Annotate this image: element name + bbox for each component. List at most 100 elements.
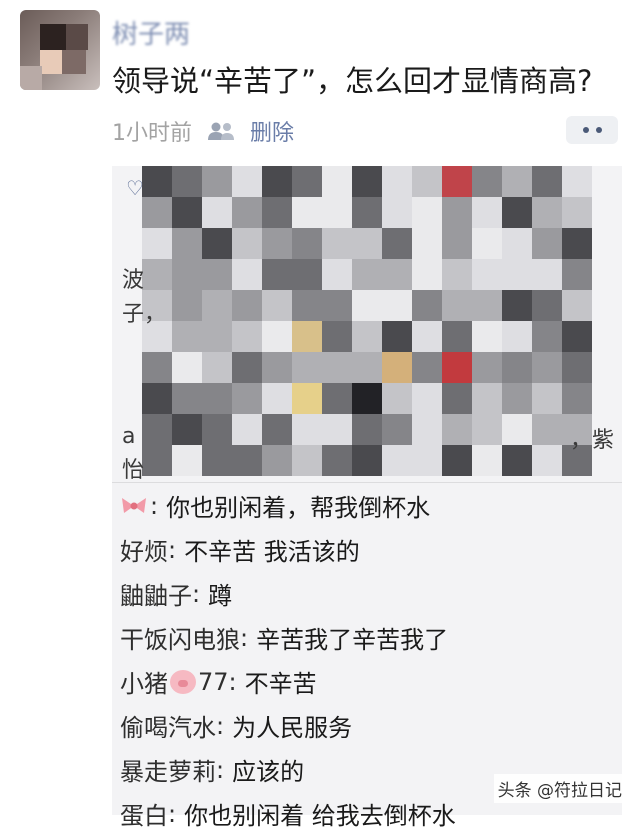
comment-author[interactable]: 干饭闪电狼 xyxy=(120,620,240,655)
more-dot xyxy=(582,127,589,133)
comment-author[interactable]: 小猪 xyxy=(120,664,168,699)
mosaic-cell xyxy=(472,321,502,352)
mosaic-cell xyxy=(322,290,352,321)
comment-item[interactable]: 好烦 : 不辛苦 我活该的 xyxy=(120,532,360,567)
mosaic-cell xyxy=(232,352,262,383)
mosaic-cell xyxy=(592,228,622,259)
mosaic-cell xyxy=(352,321,382,352)
avatar[interactable] xyxy=(20,10,100,90)
mosaic-cell xyxy=(112,228,142,259)
mosaic-cell xyxy=(382,197,412,228)
mosaic-cell xyxy=(472,228,502,259)
mosaic-cell xyxy=(352,352,382,383)
mosaic-cell xyxy=(382,414,412,445)
mosaic-cell xyxy=(322,383,352,414)
mosaic-cell xyxy=(442,259,472,290)
avatar-pixel xyxy=(62,50,86,74)
comment-text: 辛苦我了辛苦我了 xyxy=(256,626,449,654)
mosaic-cell xyxy=(562,259,592,290)
mosaic-cell xyxy=(112,383,142,414)
comment-separator: : xyxy=(192,579,201,608)
mosaic-cell xyxy=(292,197,322,228)
mosaic-cell xyxy=(322,445,352,476)
mosaic-cell xyxy=(382,228,412,259)
more-button[interactable] xyxy=(566,116,618,144)
mosaic-cell xyxy=(472,414,502,445)
mosaic-cell xyxy=(202,383,232,414)
mosaic-cell xyxy=(292,321,322,352)
comment-item[interactable]: 偷喝汽水 : 为人民服务 xyxy=(120,708,352,743)
mosaic-cell xyxy=(322,259,352,290)
mosaic-cell xyxy=(502,228,532,259)
mosaic-cell xyxy=(262,414,292,445)
mosaic-cell xyxy=(532,166,562,197)
comment-item[interactable]: 暴走萝莉 : 应该的 xyxy=(120,752,304,787)
mosaic-cell xyxy=(472,197,502,228)
mosaic-cell xyxy=(532,414,562,445)
mosaic-cell xyxy=(532,352,562,383)
post-text: 领导说“辛苦了”，怎么回才显情商高? xyxy=(112,64,593,98)
comment-author[interactable]: 蛋白 xyxy=(120,796,168,831)
mosaic-cell xyxy=(262,166,292,197)
mosaic-cell xyxy=(502,321,532,352)
mosaic-cell xyxy=(592,352,622,383)
comment-text: 不辛苦 我活该的 xyxy=(184,538,360,566)
delete-link[interactable]: 删除 xyxy=(250,115,294,147)
comment-item[interactable]: : 你也别闲着，帮我倒杯水 xyxy=(120,488,430,523)
mosaic-cell xyxy=(292,383,322,414)
mosaic-cell xyxy=(472,445,502,476)
mosaic-cell xyxy=(592,383,622,414)
mosaic-cell xyxy=(202,290,232,321)
comment-author[interactable]: 鼬鼬子 xyxy=(120,576,192,611)
comment-item[interactable]: 小猪 77 : 不辛苦 xyxy=(120,664,317,699)
mosaic-cell xyxy=(502,383,532,414)
comment-author[interactable]: 好烦 xyxy=(120,532,168,567)
comment-separator: : xyxy=(150,491,159,520)
mosaic-cell xyxy=(292,414,322,445)
post-meta: 1小时前 删除 xyxy=(112,116,294,146)
mosaic-cell xyxy=(472,352,502,383)
mosaic-cell xyxy=(442,321,472,352)
mosaic-cell xyxy=(262,352,292,383)
mosaic-cell xyxy=(412,383,442,414)
mosaic-cell xyxy=(502,352,532,383)
mosaic-cell xyxy=(502,445,532,476)
mosaic-cell xyxy=(412,197,442,228)
comment-text: 不辛苦 xyxy=(244,670,317,698)
mosaic-cell xyxy=(232,290,262,321)
mosaic-cell xyxy=(592,321,622,352)
comment-author[interactable]: 暴走萝莉 xyxy=(120,752,216,787)
like-fragment: ，紫 xyxy=(570,428,615,453)
watermark: 头条 @符拉日记 xyxy=(493,774,626,803)
mosaic-cell xyxy=(172,290,202,321)
heart-icon: ♡ xyxy=(126,176,144,200)
mosaic-cell xyxy=(412,414,442,445)
comment-text: 应该的 xyxy=(232,758,305,786)
mosaic-cell xyxy=(352,445,382,476)
comment-item[interactable]: 鼬鼬子 : 蹲 xyxy=(120,576,232,611)
mosaic-cell xyxy=(502,197,532,228)
comment-author[interactable]: 偷喝汽水 xyxy=(120,708,216,743)
comment-separator: : xyxy=(228,667,237,696)
like-fragment: 波 xyxy=(122,268,145,293)
comment-separator: : xyxy=(240,623,249,652)
mosaic-cell xyxy=(352,383,382,414)
mosaic-cell xyxy=(562,352,592,383)
comment-item[interactable]: 蛋白 : 你也别闲着 给我去倒杯水 xyxy=(120,796,456,831)
mosaic-cell xyxy=(172,414,202,445)
mosaic-cell xyxy=(412,290,442,321)
post-username[interactable]: 树子两 xyxy=(112,14,190,51)
comment-item[interactable]: 干饭闪电狼 : 辛苦我了辛苦我了 xyxy=(120,620,448,655)
mosaic-cell xyxy=(232,197,262,228)
mosaic-cell xyxy=(442,197,472,228)
comment-author-suffix[interactable]: 77 xyxy=(198,668,229,696)
mosaic-cell xyxy=(142,228,172,259)
mosaic-cell xyxy=(112,352,142,383)
comment-separator: : xyxy=(168,535,177,564)
mosaic-cell xyxy=(322,197,352,228)
comment-text: 为人民服务 xyxy=(232,714,353,742)
mosaic-cell xyxy=(202,352,232,383)
mosaic-cell xyxy=(202,197,232,228)
mosaic-cell xyxy=(502,259,532,290)
mosaic-cell xyxy=(322,228,352,259)
